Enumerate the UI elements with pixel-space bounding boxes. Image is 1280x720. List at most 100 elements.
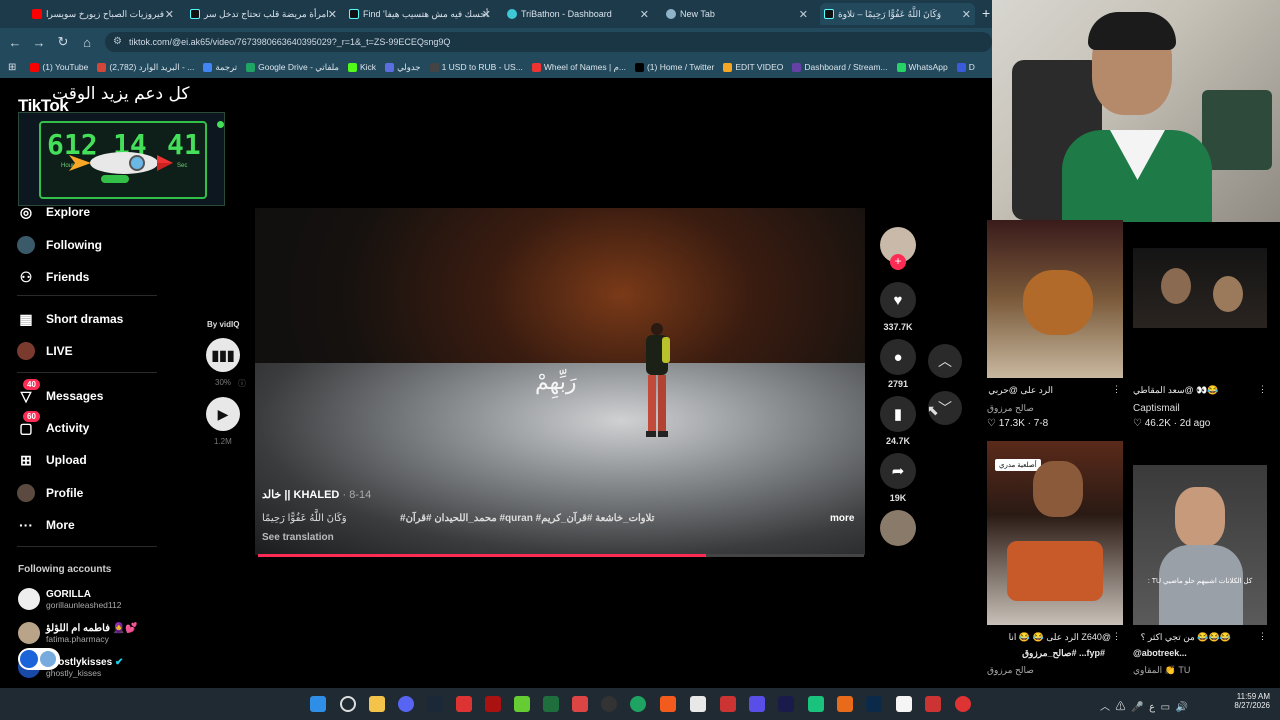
tab-patient[interactable]: امرأة مريضة قلب تحتاج تدخل سر ✕ [186, 3, 341, 25]
feed-video-thumb[interactable] [1133, 248, 1267, 328]
reload-icon[interactable]: ↻ [51, 34, 75, 50]
app-icon[interactable] [456, 696, 472, 712]
sidebar-item-activity[interactable]: ▢ 60 Activity [17, 411, 89, 437]
system-tray[interactable]: ︿ ⚠ 🎤 ع ▭ 🔊 [1100, 698, 1188, 713]
feed-caption[interactable]: الرد على @حربي [987, 385, 1053, 396]
bookmark-item[interactable]: ترجمة [203, 62, 237, 73]
bookmark-item[interactable]: (1) YouTube [30, 62, 88, 73]
like-button[interactable]: ♥ 337.7K [880, 282, 916, 332]
app-icon[interactable] [955, 696, 971, 712]
app-icon[interactable] [808, 696, 824, 712]
new-tab-button[interactable]: + [982, 5, 990, 21]
follow-plus-icon[interactable]: + [890, 254, 906, 270]
feed-caption-2[interactable]: #fyp... #صالح_مرزوق [987, 648, 1105, 659]
steam-icon[interactable] [427, 696, 443, 712]
capcut-icon[interactable] [690, 696, 706, 712]
sidebar-item-friends[interactable]: ⚇ Friends [17, 268, 90, 286]
close-icon[interactable]: ✕ [962, 8, 971, 21]
sidebar-item-short-dramas[interactable]: ▦ Short dramas [17, 310, 123, 328]
feed-caption[interactable]: @Z640 الرد على 😂 😂 انا [987, 632, 1111, 643]
app-icon[interactable] [837, 696, 853, 712]
feed-video-thumb[interactable] [987, 220, 1123, 378]
brave-icon[interactable] [660, 696, 676, 712]
sidebar-item-upload[interactable]: ⊞ Upload [17, 451, 87, 469]
file-explorer-icon[interactable] [369, 696, 385, 712]
bookmark-item[interactable]: Google Drive - ملفاتي [246, 62, 339, 73]
site-info-icon[interactable]: ⚙ [113, 36, 122, 47]
vidiq-stats-button[interactable]: ▮▮▮ [206, 338, 240, 372]
forward-icon[interactable]: → [27, 35, 51, 50]
see-translation-link[interactable]: See translation [262, 532, 334, 543]
premiere-icon[interactable] [778, 696, 794, 712]
tab-current-video[interactable]: وَكَانَ اللَّهُ عَفُوًّا رَحِيمًا – تلاو… [820, 3, 975, 25]
app-icon[interactable] [485, 696, 501, 712]
video-hashtags[interactable]: #محمد_اللحيدان #قرآن #quran #تلاوات_خاشع… [400, 513, 654, 524]
app-icon[interactable] [572, 696, 588, 712]
tab-find[interactable]: Find 'أحسك فيه مش هتسيب هيفا ✕ [345, 3, 495, 25]
feed-caption-2[interactable]: @abotreek... [1133, 648, 1187, 658]
share-button[interactable]: ➦ 19K [880, 453, 916, 503]
feed-author[interactable]: Captismail [1133, 403, 1180, 414]
feed-caption[interactable]: 😂😂😂 من تجي اكثر ؟ [1133, 632, 1231, 643]
more-options-icon[interactable]: ⋮ [1112, 631, 1121, 642]
clock[interactable]: 11:59 AM 8/27/2026 [1228, 692, 1270, 710]
comment-button[interactable]: ● 2791 [880, 339, 916, 389]
account-item[interactable]: GORILLA gorillaunleashed112 [18, 588, 121, 610]
close-icon[interactable]: ✕ [165, 8, 174, 21]
bookmark-item[interactable]: جدولي [385, 62, 421, 73]
video-author[interactable]: خالد || KHALED · 8-14 [262, 488, 371, 501]
more-options-icon[interactable]: ⋮ [1112, 384, 1121, 395]
bookmark-item[interactable]: 1 USD to RUB - US... [429, 62, 523, 73]
tab-new-tab[interactable]: New Tab ✕ [662, 3, 812, 25]
app-icon[interactable] [720, 696, 736, 712]
obs-icon[interactable] [601, 696, 617, 712]
home-icon[interactable]: ⌂ [75, 35, 99, 50]
excel-icon[interactable] [543, 696, 559, 712]
account-item[interactable]: فاطمه ام اللؤلؤ 🧕💕 fatima.pharmacy [18, 622, 138, 644]
sidebar-item-more[interactable]: ··· More [17, 516, 75, 534]
sidebar-item-profile[interactable]: Profile [17, 484, 83, 502]
bookmark-item[interactable]: Kick [348, 62, 376, 73]
bookmark-item[interactable]: EDIT VIDEO [723, 62, 783, 73]
apps-icon[interactable]: ⊞ [8, 62, 16, 73]
feed-author[interactable]: صالح مرزوق [987, 403, 1034, 414]
more-options-icon[interactable]: ⋮ [1258, 384, 1267, 395]
save-button[interactable]: ▮ 24.7K [880, 396, 916, 446]
tab-fairuz[interactable]: فيروزيات الصباح زيورخ سويسرا ✕ [28, 3, 178, 25]
feed-video-thumb[interactable]: كل الكلانات اشبيهم حلو ماضيي TU : [1133, 465, 1267, 625]
back-icon[interactable]: ← [3, 35, 27, 50]
more-button[interactable]: more [830, 513, 854, 524]
windows-start-icon[interactable] [310, 696, 326, 712]
vidiq-toggle[interactable] [18, 648, 60, 670]
app-icon[interactable] [514, 696, 530, 712]
photoshop-icon[interactable] [866, 696, 882, 712]
video-progress[interactable] [258, 554, 864, 557]
creator-avatar[interactable]: + [880, 227, 916, 270]
feed-author[interactable]: صالح مرزوق [987, 665, 1034, 676]
sidebar-item-messages[interactable]: ▽ 40 Messages [17, 379, 103, 405]
sound-disc[interactable] [880, 510, 916, 546]
feed-video-thumb[interactable]: أصلعية مدري [987, 441, 1123, 625]
bookmark-item[interactable]: WhatsApp [896, 62, 948, 73]
bookmark-item[interactable]: D [956, 62, 975, 73]
discord-icon[interactable] [398, 696, 414, 712]
tab-tribathon[interactable]: TriBathon - Dashboard ✕ [503, 3, 653, 25]
previous-video-button[interactable]: ︿ [928, 344, 962, 378]
sidebar-item-following[interactable]: Following [17, 236, 102, 254]
close-icon[interactable]: ✕ [482, 8, 491, 21]
search-icon[interactable] [340, 696, 356, 712]
app-icon[interactable] [925, 696, 941, 712]
url-field[interactable]: ⚙ tiktok.com/@ei.ak65/video/7673980663640… [105, 32, 992, 52]
feed-author[interactable]: المقاوي 👏 TU [1133, 665, 1190, 676]
bookmark-item[interactable]: (1) Home / Twitter [634, 62, 714, 73]
chrome-icon[interactable] [630, 696, 646, 712]
bookmark-item[interactable]: Wheel of Names | م... [531, 62, 626, 73]
close-icon[interactable]: ✕ [799, 8, 808, 21]
app-icon[interactable] [896, 696, 912, 712]
feed-caption[interactable]: سعد المقاطي@ 👀😂 [1133, 385, 1219, 396]
more-options-icon[interactable]: ⋮ [1258, 631, 1267, 642]
bookmark-item[interactable]: Dashboard / Stream... [792, 62, 888, 73]
app-icon[interactable] [749, 696, 765, 712]
sidebar-item-live[interactable]: LIVE [17, 342, 73, 360]
bookmark-item[interactable]: (2,782) البريد الوارد - ... [97, 62, 194, 73]
